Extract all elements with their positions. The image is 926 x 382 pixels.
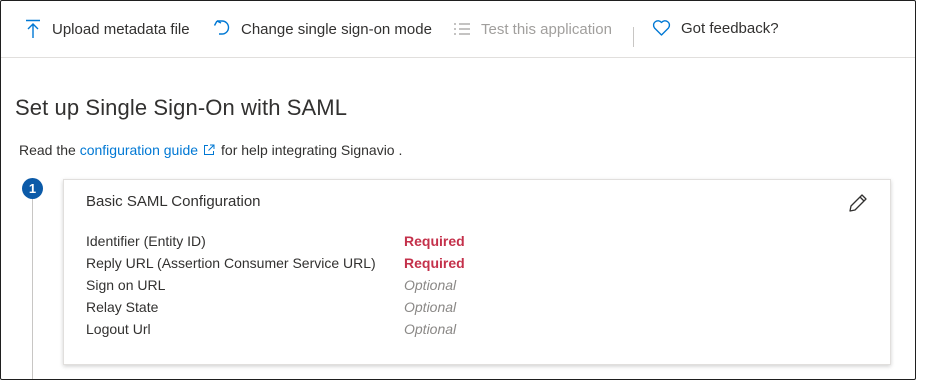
heart-icon [652, 19, 671, 37]
test-application-button[interactable]: Test this application [453, 19, 612, 39]
upload-icon [25, 19, 41, 39]
upload-metadata-label: Upload metadata file [52, 20, 190, 38]
test-application-label: Test this application [481, 20, 612, 38]
upload-metadata-button[interactable]: Upload metadata file [25, 19, 190, 39]
field-label: Sign on URL [86, 277, 166, 293]
field-label: Relay State [86, 299, 159, 315]
status-optional: Optional [404, 277, 457, 293]
test-list-icon [453, 19, 471, 39]
intro-text: Read the configuration guide for help in… [19, 142, 402, 159]
field-label: Logout Url [86, 321, 151, 337]
command-bar: Upload metadata file Change single sign-… [1, 1, 915, 58]
status-required: Required [404, 233, 465, 249]
step-number-badge: 1 [22, 178, 43, 199]
status-optional: Optional [404, 299, 457, 315]
edit-button[interactable] [846, 191, 870, 215]
toolbar-divider [633, 27, 634, 47]
change-sso-mode-label: Change single sign-on mode [241, 20, 432, 38]
page-title: Set up Single Sign-On with SAML [15, 95, 348, 120]
change-sso-mode-button[interactable]: Change single sign-on mode [213, 19, 432, 39]
intro-prefix: Read the [19, 142, 76, 158]
status-optional: Optional [404, 321, 457, 337]
basic-saml-configuration-card: Basic SAML Configuration Identifier (Ent… [63, 179, 891, 365]
feedback-button[interactable]: Got feedback? [652, 19, 779, 37]
intro-suffix: for help integrating Signavio . [221, 142, 403, 158]
status-required: Required [404, 255, 465, 271]
configuration-guide-link[interactable]: configuration guide [80, 142, 198, 158]
pencil-icon [846, 194, 870, 219]
step-connector-line [32, 199, 33, 379]
feedback-label: Got feedback? [681, 19, 779, 37]
saml-sso-panel: Upload metadata file Change single sign-… [0, 0, 916, 380]
external-link-icon [203, 143, 215, 159]
field-label: Identifier (Entity ID) [86, 233, 206, 249]
undo-icon [213, 19, 230, 39]
card-title: Basic SAML Configuration [86, 193, 261, 210]
field-label: Reply URL (Assertion Consumer Service UR… [86, 255, 376, 271]
